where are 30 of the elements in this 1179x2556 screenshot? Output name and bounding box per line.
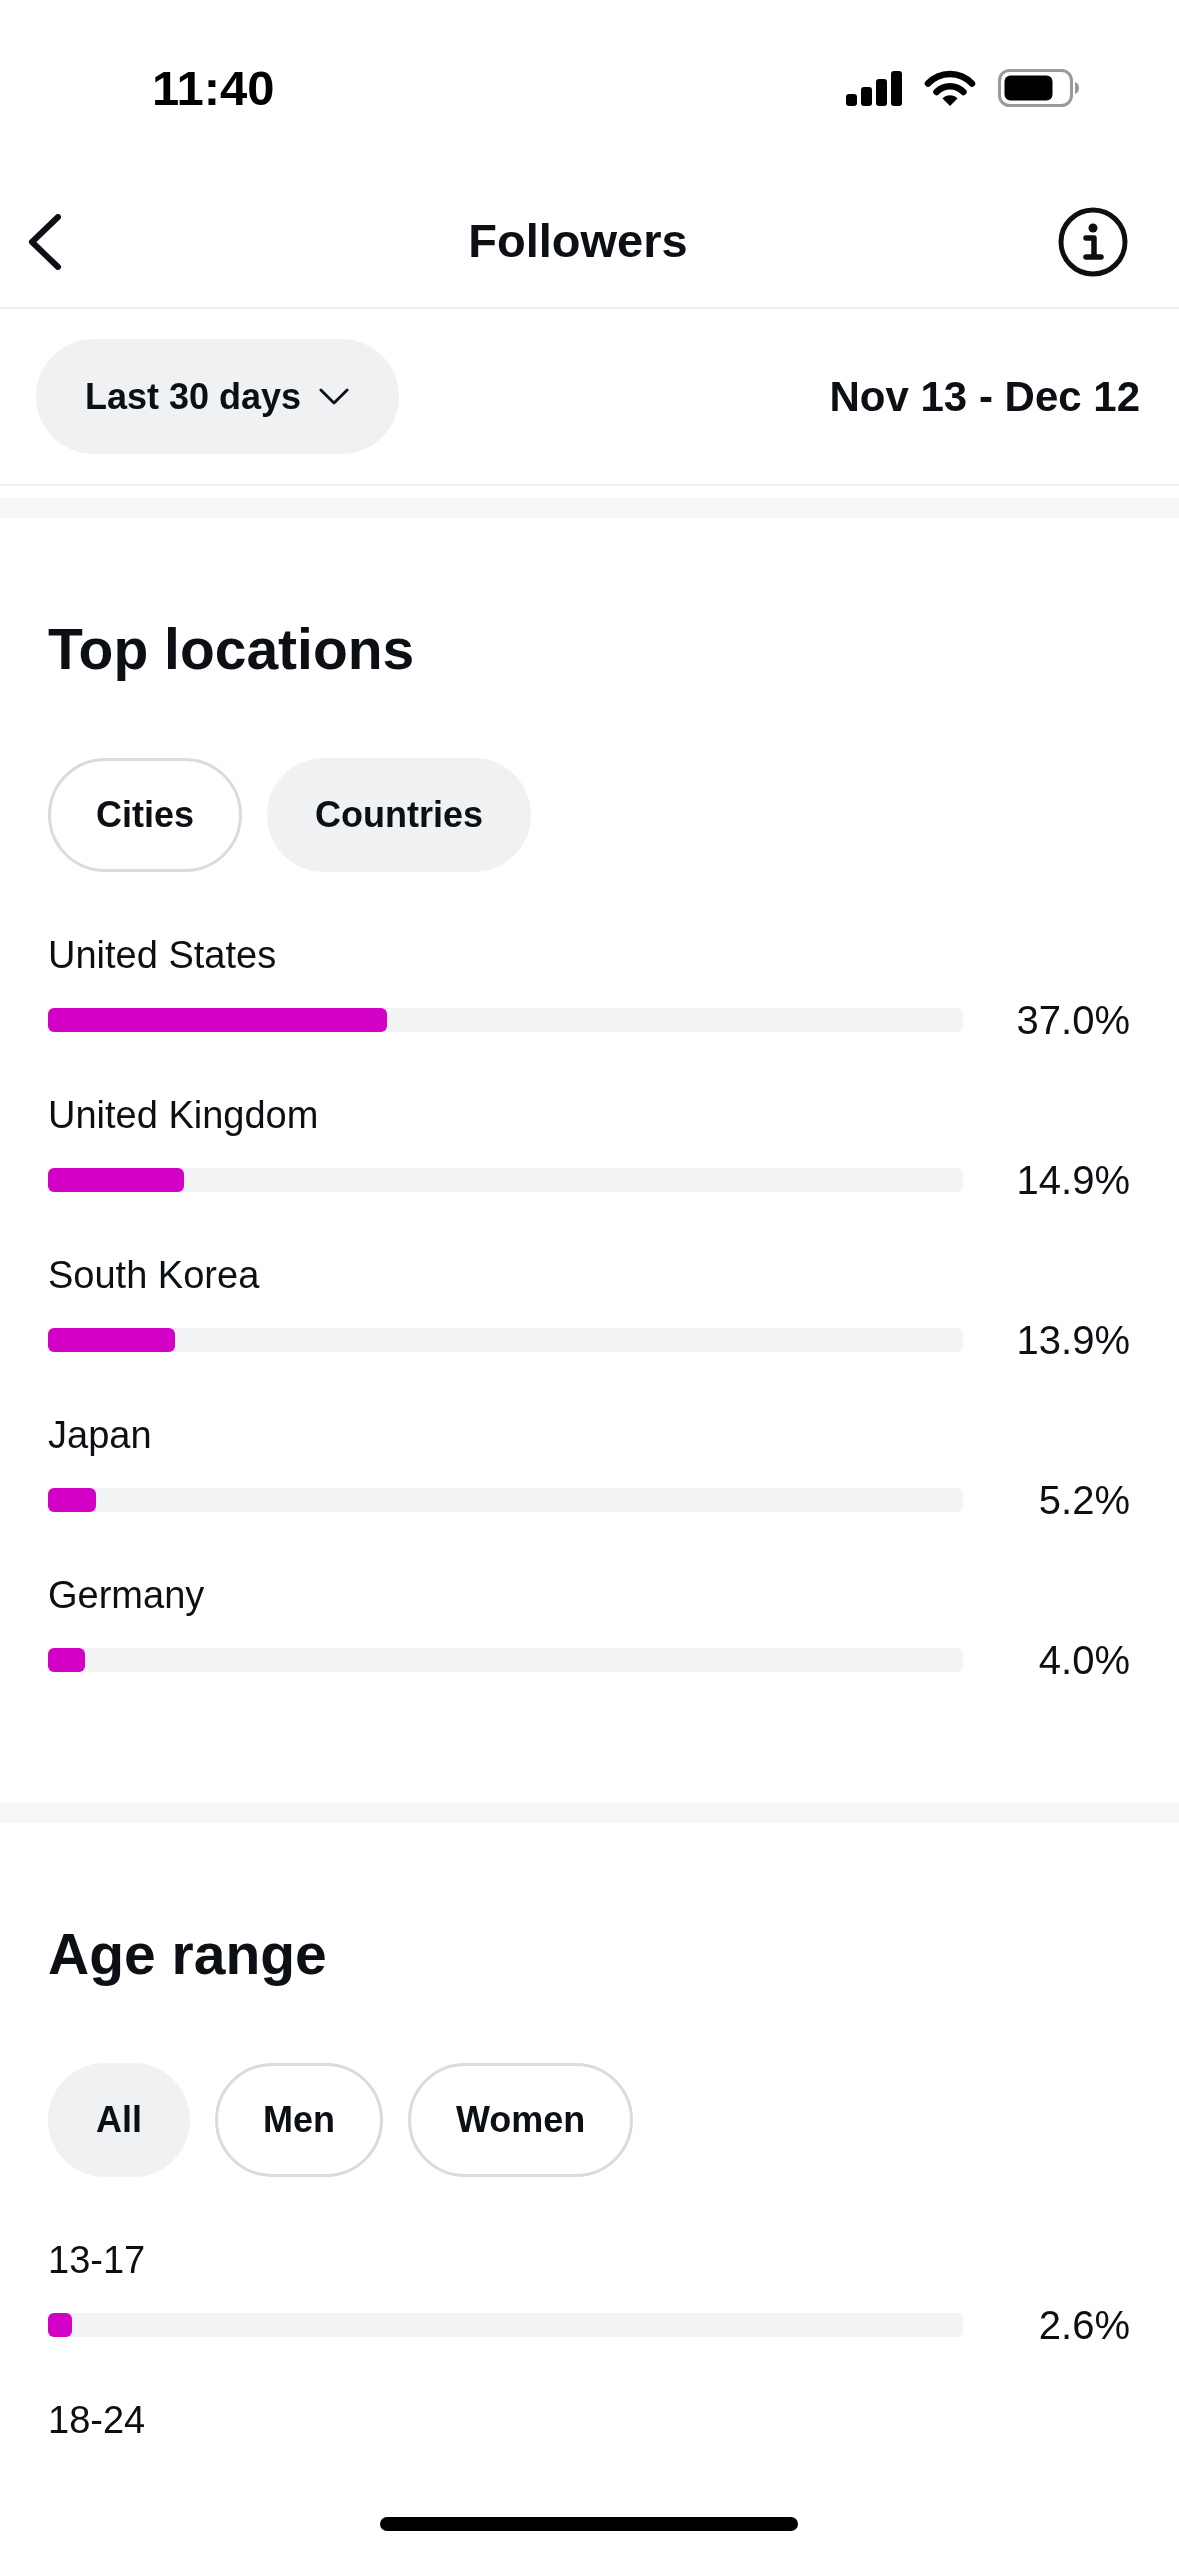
filter-tab[interactable]: All [48, 2063, 190, 2177]
period-dropdown[interactable]: Last 30 days [36, 339, 400, 454]
back-icon[interactable] [28, 213, 62, 270]
percentage-text: 2.6% [1037, 2302, 1130, 2348]
page-title: Followers [468, 213, 688, 270]
category-label: 13-17 [48, 2238, 146, 2283]
percentage-text: 14.9% [1015, 1157, 1130, 1203]
category-label: Germany [48, 1573, 205, 1618]
percentage-text: 37.0% [1015, 997, 1130, 1043]
signal-icon [846, 70, 902, 106]
chevron-down-icon [319, 388, 350, 405]
percentage-text: 4.0% [1037, 1637, 1130, 1683]
date-range: Nov 13 - Dec 12 [829, 372, 1140, 421]
category-label: United Kingdom [48, 1093, 319, 1138]
category-label: South Korea [48, 1253, 260, 1298]
filter-tab[interactable]: Women [408, 2063, 634, 2177]
filter-tab[interactable]: Cities [48, 758, 243, 872]
wifi-icon [924, 69, 976, 107]
battery-icon [998, 69, 1080, 107]
percentage-text: 5.2% [1037, 1477, 1130, 1523]
section-title: Age range [48, 1921, 327, 1988]
percentage-text: 13.9% [1015, 1317, 1130, 1363]
category-label: United States [48, 933, 277, 978]
category-label: 18-24 [48, 2398, 146, 2443]
section-title: Top locations [48, 616, 415, 683]
filter-tab[interactable]: Men [215, 2063, 383, 2177]
status-time: 11:40 [152, 63, 275, 113]
info-icon[interactable] [1058, 206, 1128, 277]
filter-tab[interactable]: Countries [267, 758, 532, 872]
category-label: Japan [48, 1413, 152, 1458]
